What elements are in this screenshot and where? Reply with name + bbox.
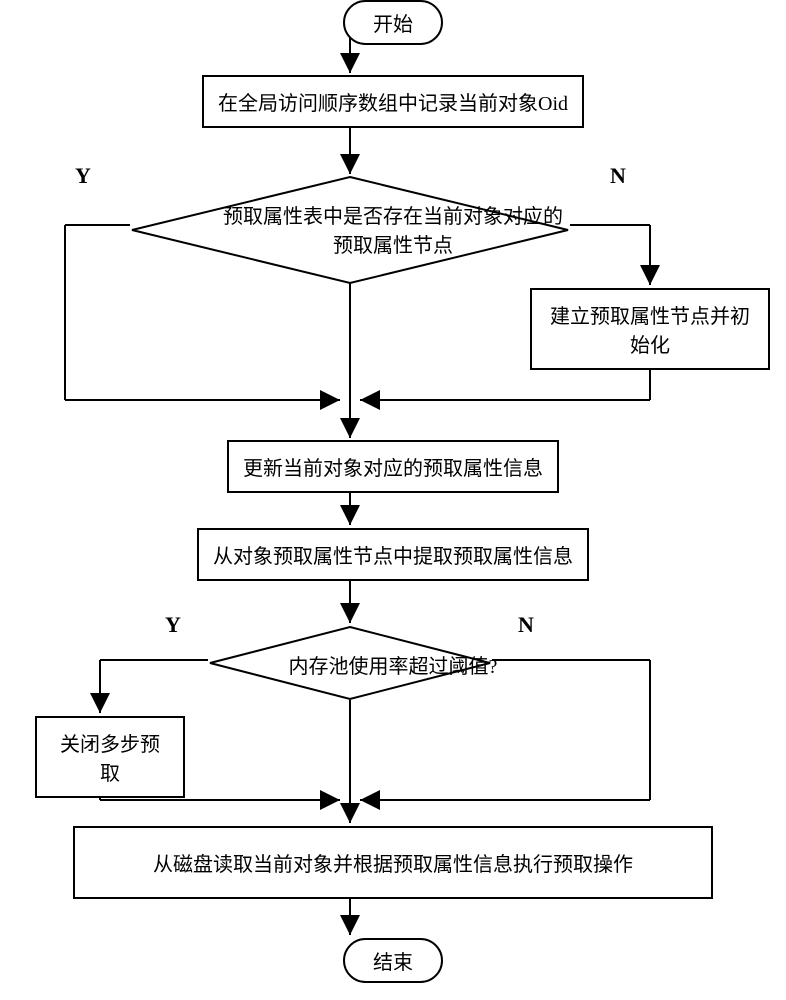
start-label: 开始	[373, 14, 413, 36]
end-label: 结束	[373, 952, 413, 974]
process-read-disk-execute-prefetch: 从磁盘读取当前对象并根据预取属性信息执行预取操作	[73, 826, 713, 899]
start-terminal: 开始	[343, 0, 443, 45]
decision2-text: 内存池使用率超过阈值?	[0, 650, 786, 679]
decision2-no-label: N	[518, 612, 534, 638]
end-terminal: 结束	[343, 938, 443, 983]
process-update-prefetch-info-label: 更新当前对象对应的预取属性信息	[243, 458, 543, 480]
process-extract-prefetch-info-label: 从对象预取属性节点中提取预取属性信息	[213, 546, 573, 568]
process-close-multistep-prefetch: 关闭多步预取	[35, 716, 185, 798]
decision1-line2: 预取属性节点	[0, 229, 786, 258]
decision1-line1: 预取属性表中是否存在当前对象对应的	[0, 200, 786, 229]
decision1-yes-label: Y	[75, 163, 91, 189]
process-create-init-node-label: 建立预取属性节点并初始化	[550, 306, 750, 357]
decision1-text: 预取属性表中是否存在当前对象对应的 预取属性节点	[0, 200, 786, 258]
process-read-disk-execute-prefetch-label: 从磁盘读取当前对象并根据预取属性信息执行预取操作	[153, 854, 633, 876]
process-create-init-node: 建立预取属性节点并初始化	[530, 288, 770, 370]
process-update-prefetch-info: 更新当前对象对应的预取属性信息	[227, 440, 559, 493]
process-close-multistep-prefetch-label: 关闭多步预取	[60, 734, 160, 785]
process-record-oid-label: 在全局访问顺序数组中记录当前对象Oid	[218, 93, 568, 115]
process-record-oid: 在全局访问顺序数组中记录当前对象Oid	[202, 75, 584, 128]
decision1-no-label: N	[610, 163, 626, 189]
decision2-label: 内存池使用率超过阈值?	[289, 656, 498, 678]
decision2-yes-label: Y	[165, 612, 181, 638]
process-extract-prefetch-info: 从对象预取属性节点中提取预取属性信息	[197, 528, 589, 581]
